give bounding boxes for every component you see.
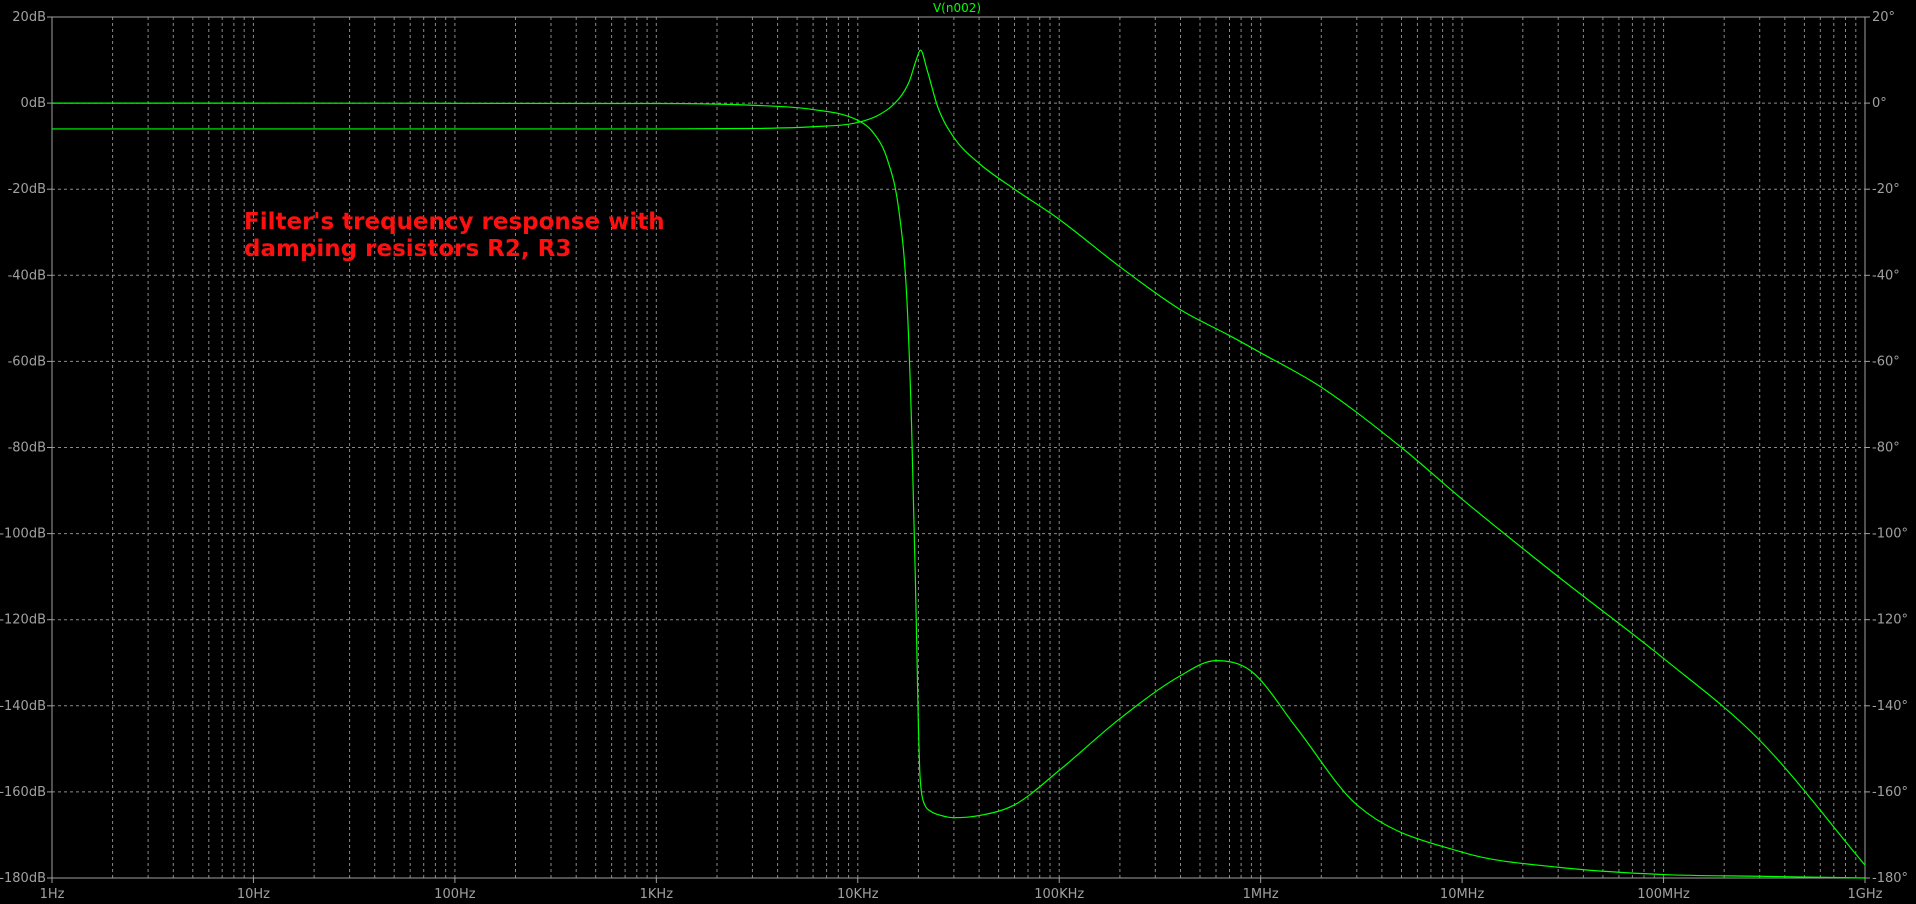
x-tick-label: 10KHz: [837, 887, 879, 902]
x-tick-label: 1MHz: [1243, 887, 1279, 902]
annotation-line-2: damping resistors R2, R3: [244, 236, 571, 262]
y2-tick-label: -60°: [1872, 354, 1900, 369]
y2-tick-label: -180°: [1872, 871, 1908, 886]
y-tick-label: -140dB: [0, 699, 46, 714]
y-tick-label: -80dB: [8, 441, 46, 456]
y-tick-label: -120dB: [0, 613, 46, 628]
y2-tick-label: -40°: [1872, 268, 1900, 283]
x-tick-label: 10MHz: [1440, 887, 1485, 902]
y-tick-label: -180dB: [0, 871, 46, 886]
y-tick-label: -160dB: [0, 785, 46, 800]
y-tick-label: -40dB: [8, 268, 46, 283]
y-tick-label: -60dB: [8, 354, 46, 369]
annotation-line-1: Filter's trequency response with: [244, 209, 665, 235]
y2-tick-label: -160°: [1872, 785, 1908, 800]
x-tick-label: 1GHz: [1848, 887, 1883, 902]
x-tick-label: 1KHz: [640, 887, 674, 902]
x-tick-label: 100KHz: [1034, 887, 1084, 902]
y2-tick-label: 20°: [1872, 10, 1895, 25]
right-axis-ticks: 20° 0° -20° -40° -60° -80° -100° -120° -140° -160…: [1865, 10, 1908, 886]
x-tick-label: 10Hz: [237, 887, 270, 902]
trace-title[interactable]: V(n002): [933, 1, 981, 15]
x-tick-label: 100MHz: [1637, 887, 1690, 902]
y2-tick-label: 0°: [1872, 96, 1887, 111]
y-tick-label: 0dB: [21, 96, 46, 111]
left-axis-ticks: 20dB 0dB -20dB -40dB -60dB -80dB -100dB -120dB -…: [0, 10, 52, 886]
x-tick-label: 1Hz: [40, 887, 65, 902]
y2-tick-label: -140°: [1872, 699, 1908, 714]
magnitude-trace: [52, 49, 1866, 866]
y2-tick-label: -80°: [1872, 441, 1900, 456]
y2-tick-label: -120°: [1872, 613, 1908, 628]
traces: [51, 49, 1866, 879]
plot-area[interactable]: 20dB 0dB -20dB -40dB -60dB -80dB -100dB -120dB -…: [0, 0, 1916, 904]
x-axis-ticks: 1Hz 10Hz 100Hz 1KHz 10KHz 100KHz 1MHz 10MHz 100M…: [40, 878, 1883, 902]
y-tick-label: -20dB: [8, 182, 46, 197]
y2-tick-label: -20°: [1872, 182, 1900, 197]
y2-tick-label: -100°: [1872, 527, 1908, 542]
x-tick-label: 100Hz: [434, 887, 476, 902]
y-tick-label: -100dB: [0, 527, 46, 542]
grid: [52, 17, 1865, 878]
y-tick-label: 20dB: [12, 10, 46, 25]
